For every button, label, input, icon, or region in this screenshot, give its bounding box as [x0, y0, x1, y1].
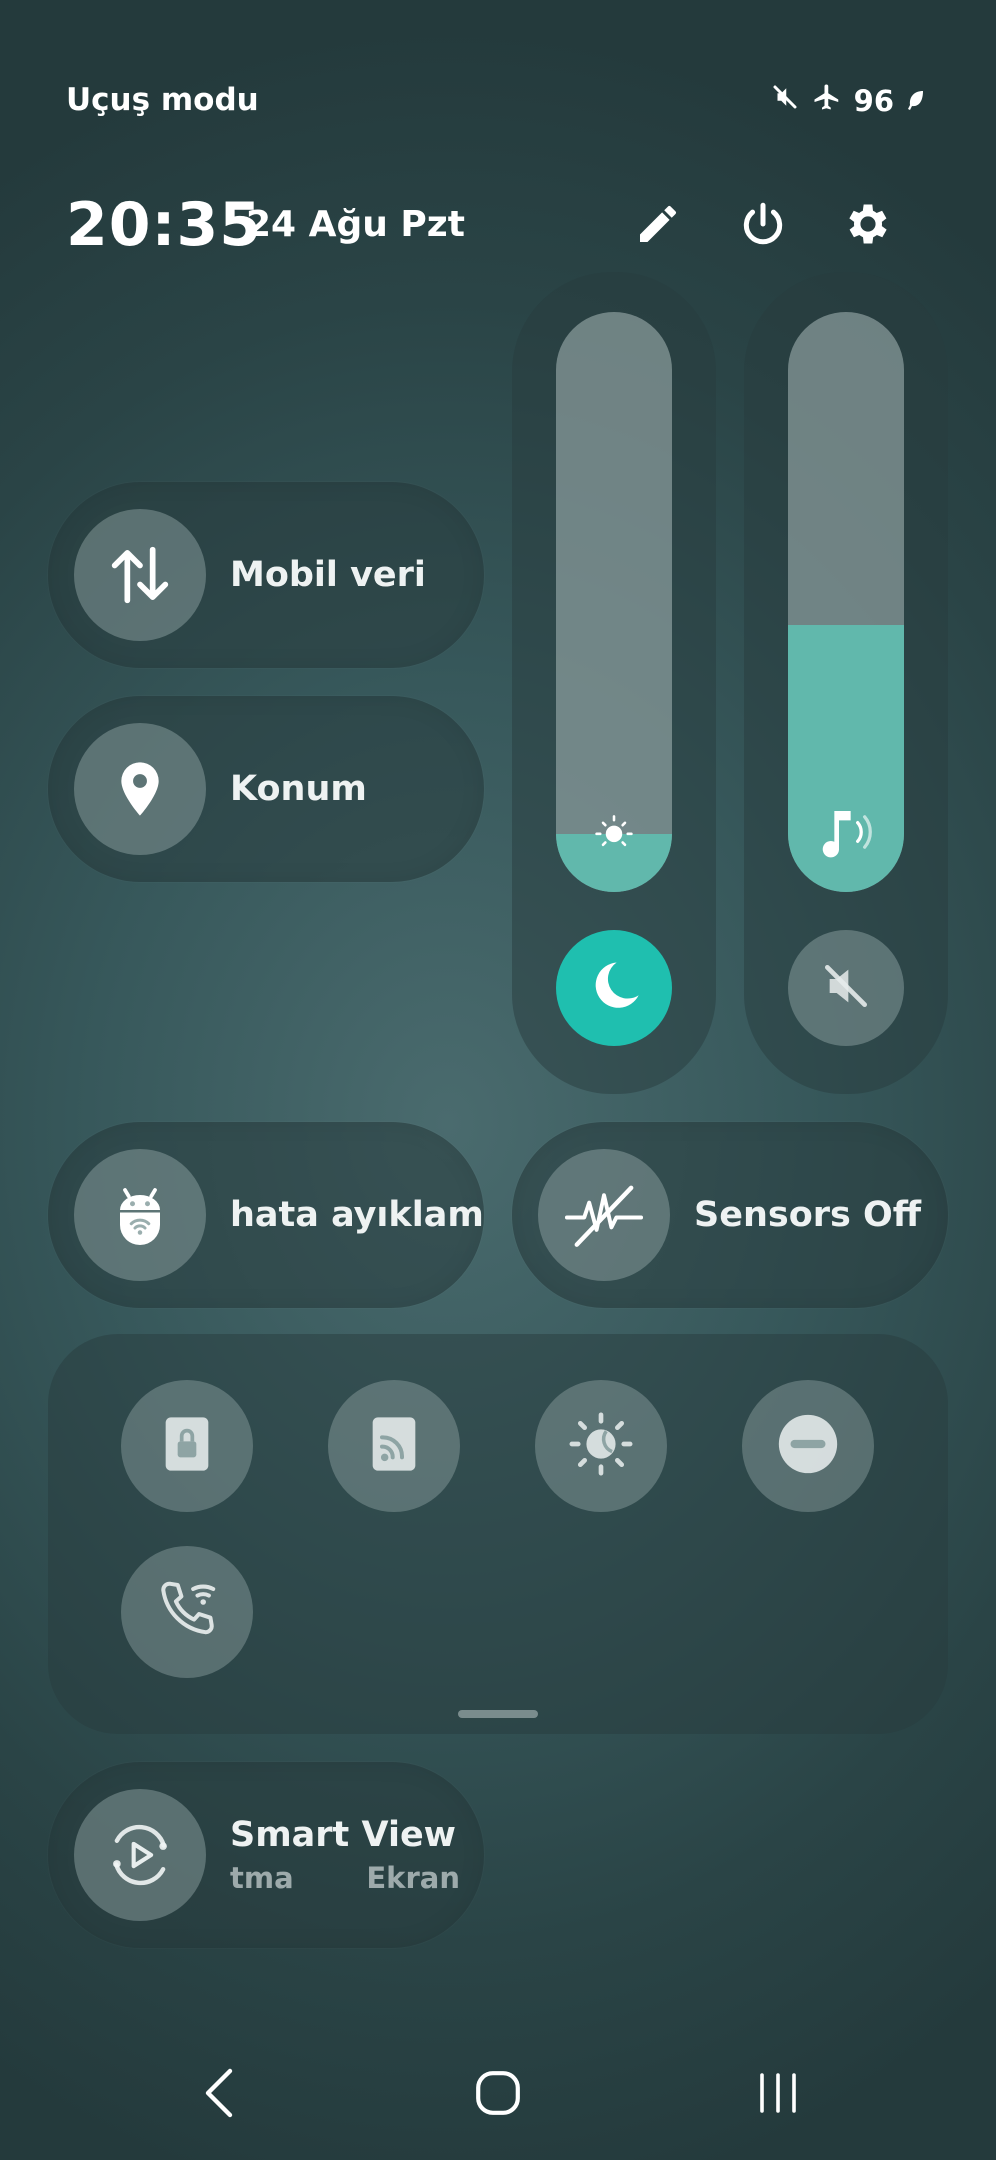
sensors-off-label: Sensors Off	[694, 1195, 922, 1235]
location-tile[interactable]: Konum	[48, 696, 484, 882]
eye-comfort-button[interactable]	[535, 1380, 667, 1512]
edit-icon[interactable]	[628, 194, 688, 254]
sun-icon	[556, 810, 672, 854]
data-arrows-icon	[74, 509, 206, 641]
debugging-label: hata ayıklam	[230, 1195, 484, 1235]
mute-icon	[818, 958, 874, 1018]
clock[interactable]: 20:35	[66, 190, 262, 260]
sensors-off-icon	[538, 1149, 670, 1281]
do-not-disturb-icon	[773, 1409, 843, 1483]
smart-view-icon	[74, 1789, 206, 1921]
sensors-off-tile[interactable]: Sensors Off	[512, 1122, 948, 1308]
volume-slider[interactable]	[788, 312, 904, 892]
brightness-slider[interactable]	[556, 312, 672, 892]
mute-toggle-button[interactable]	[788, 930, 904, 1046]
back-icon	[200, 2067, 240, 2123]
home-icon	[473, 2068, 523, 2122]
battery-saver-icon	[906, 84, 926, 118]
wifi-calling-button[interactable]	[121, 1546, 253, 1678]
mobile-data-tile[interactable]: Mobil veri	[48, 482, 484, 668]
back-button[interactable]	[180, 2060, 260, 2130]
do-not-disturb-button[interactable]	[742, 1380, 874, 1512]
quick-settings-grid	[48, 1334, 948, 1734]
home-button[interactable]	[458, 2060, 538, 2130]
cast-button[interactable]	[328, 1380, 460, 1512]
power-icon[interactable]	[733, 194, 793, 254]
location-pin-icon	[74, 723, 206, 855]
smart-view-text: Smart View tma Ekran	[230, 1815, 460, 1895]
wifi-calling-icon	[150, 1573, 224, 1651]
volume-panel	[744, 272, 948, 1094]
status-mode-label: Uçuş modu	[66, 82, 259, 118]
cast-icon	[366, 1412, 422, 1480]
recents-icon	[756, 2070, 800, 2120]
music-note-icon	[788, 804, 904, 860]
date[interactable]: 24 Ağu Pzt	[246, 204, 465, 245]
smart-view-sublabel: tma Ekran	[230, 1861, 460, 1895]
location-label: Konum	[230, 769, 367, 809]
status-icons: 96	[770, 82, 926, 119]
brightness-panel	[512, 272, 716, 1094]
recents-button[interactable]	[738, 2060, 818, 2130]
mobile-data-label: Mobil veri	[230, 555, 426, 595]
airplane-icon	[812, 82, 842, 119]
night-mode-button[interactable]	[556, 930, 672, 1046]
eye-comfort-icon	[566, 1409, 636, 1483]
smart-view-label: Smart View	[230, 1815, 457, 1855]
battery-level: 96	[853, 83, 894, 118]
smart-view-tile[interactable]: Smart View tma Ekran	[48, 1762, 484, 1948]
secure-folder-button[interactable]	[121, 1380, 253, 1512]
panel-drag-handle[interactable]	[458, 1710, 538, 1718]
settings-icon[interactable]	[838, 194, 898, 254]
moon-icon	[582, 954, 646, 1022]
smart-view-sublabel-right: Ekran	[366, 1861, 460, 1895]
debugging-tile[interactable]: hata ayıklam	[48, 1122, 484, 1308]
secure-folder-icon	[159, 1412, 215, 1480]
smart-view-sublabel-left: tma	[230, 1861, 294, 1895]
mute-icon	[770, 82, 800, 119]
android-bug-icon	[74, 1149, 206, 1281]
